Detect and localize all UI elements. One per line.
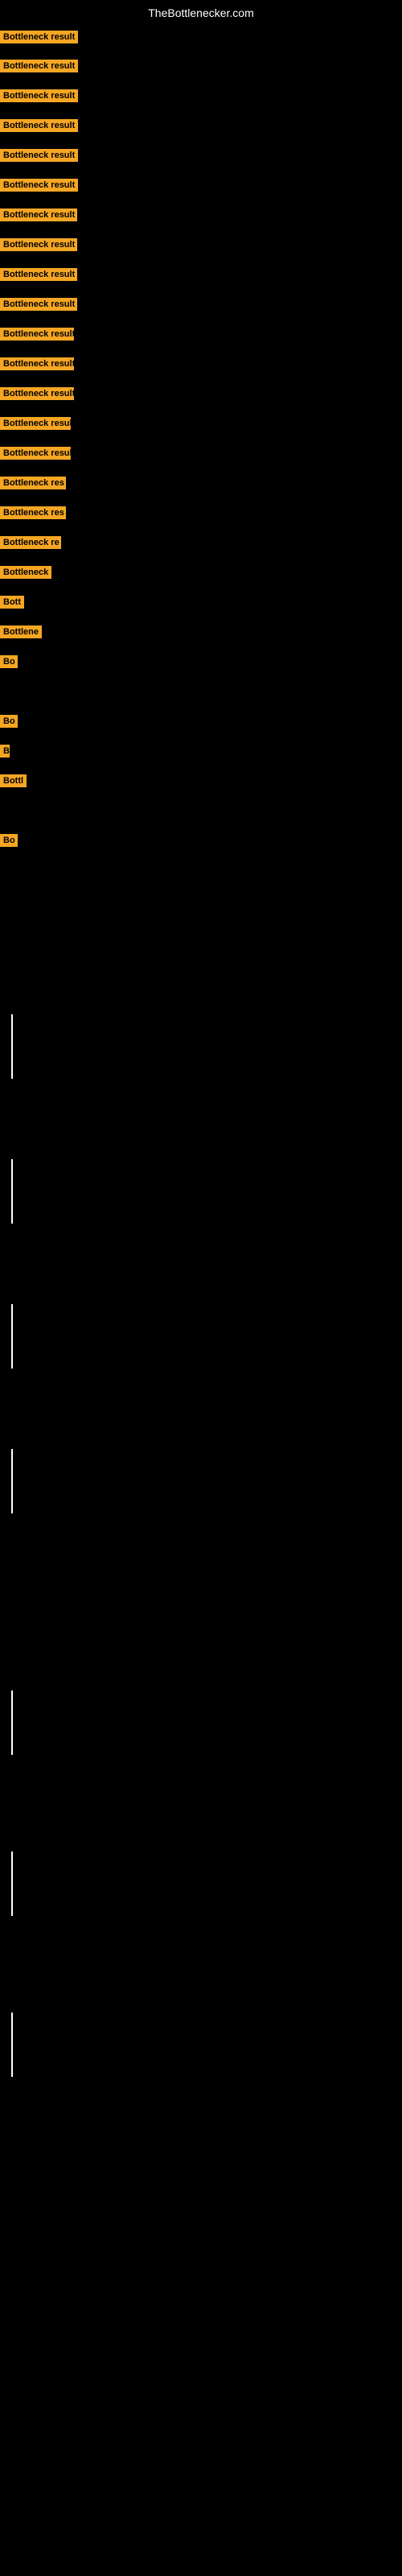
bottleneck-result-label-9: Bottleneck result (0, 268, 77, 281)
bottleneck-result-label-12: Bottleneck result (0, 357, 74, 370)
bottleneck-result-label-6: Bottleneck result (0, 179, 78, 192)
bottleneck-result-label-10: Bottleneck result (0, 298, 77, 311)
bottleneck-result-label-16: Bottleneck res (0, 477, 66, 489)
bottleneck-result-label-4: Bottleneck result (0, 119, 78, 132)
bottleneck-result-label-14: Bottleneck result (0, 417, 71, 430)
bottleneck-result-label-20: Bott (0, 596, 24, 609)
bottleneck-result-label-17: Bottleneck res (0, 506, 66, 519)
bottleneck-result-label-24: B (0, 745, 10, 758)
vertical-line-6 (11, 1852, 13, 1916)
bottleneck-result-label-1: Bottleneck result (0, 31, 78, 43)
bottleneck-result-label-5: Bottleneck result (0, 149, 78, 162)
vertical-line-7 (11, 2013, 13, 2077)
bottleneck-result-label-18: Bottleneck re (0, 536, 61, 549)
bottleneck-result-label-23: Bo (0, 715, 18, 728)
vertical-line-5 (11, 1690, 13, 1755)
bottleneck-result-label-15: Bottleneck result (0, 447, 71, 460)
vertical-line-3 (11, 1304, 13, 1368)
bottleneck-result-label-19: Bottleneck (0, 566, 51, 579)
site-title: TheBottlenecker.com (0, 0, 402, 23)
bottleneck-result-label-8: Bottleneck result (0, 238, 77, 251)
vertical-line-2 (11, 1159, 13, 1224)
bottleneck-result-label-11: Bottleneck result (0, 328, 74, 341)
vertical-line-1 (11, 1014, 13, 1079)
vertical-line-4 (11, 1449, 13, 1513)
bottleneck-result-label-22: Bo (0, 655, 18, 668)
bottleneck-result-label-21: Bottlene (0, 625, 42, 638)
bottleneck-result-label-2: Bottleneck result (0, 60, 78, 72)
bottleneck-result-label-26: Bo (0, 834, 18, 847)
bottleneck-result-label-13: Bottleneck result (0, 387, 74, 400)
bottleneck-result-label-7: Bottleneck result (0, 208, 77, 221)
bottleneck-result-label-25: Bottl (0, 774, 27, 787)
bottleneck-result-label-3: Bottleneck result (0, 89, 78, 102)
